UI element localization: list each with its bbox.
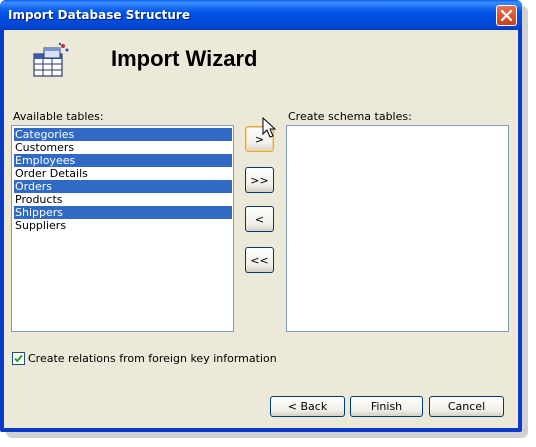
- title-bar[interactable]: Import Database Structure: [0, 0, 522, 30]
- cancel-button[interactable]: Cancel: [429, 396, 504, 417]
- checkmark-icon: [14, 354, 23, 363]
- available-tables-label: Available tables:: [13, 110, 104, 123]
- finish-button[interactable]: Finish: [350, 396, 423, 417]
- schema-tables-label: Create schema tables:: [288, 110, 412, 123]
- schema-tables-list[interactable]: [286, 125, 509, 332]
- dialog-body: Import Wizard Available tables: Categori…: [4, 30, 518, 428]
- list-item[interactable]: Orders: [14, 180, 232, 193]
- add-all-button[interactable]: >>: [245, 167, 274, 193]
- list-item[interactable]: Customers: [14, 141, 232, 154]
- list-item[interactable]: Products: [14, 193, 232, 206]
- close-button[interactable]: [496, 5, 517, 26]
- relations-checkbox[interactable]: [12, 352, 25, 365]
- relations-checkbox-label[interactable]: Create relations from foreign key inform…: [28, 352, 277, 365]
- list-item[interactable]: Employees: [14, 154, 232, 167]
- window-title: Import Database Structure: [8, 8, 190, 22]
- available-tables-list[interactable]: Categories Customers Employees Order Detail…: [11, 125, 234, 332]
- database-table-icon: [33, 42, 69, 77]
- close-icon: [500, 9, 513, 22]
- wizard-title: Import Wizard: [111, 46, 258, 71]
- list-item[interactable]: Shippers: [14, 206, 232, 219]
- list-item[interactable]: Order Details: [14, 167, 232, 180]
- dialog-window: Import Database Structure Import Wizard …: [0, 0, 522, 432]
- list-item[interactable]: Suppliers: [14, 219, 232, 232]
- mouse-pointer-icon: [262, 117, 276, 138]
- remove-all-button[interactable]: <<: [245, 247, 274, 273]
- back-button[interactable]: < Back: [270, 396, 345, 417]
- remove-button[interactable]: <: [245, 206, 274, 232]
- list-item[interactable]: Categories: [14, 128, 232, 141]
